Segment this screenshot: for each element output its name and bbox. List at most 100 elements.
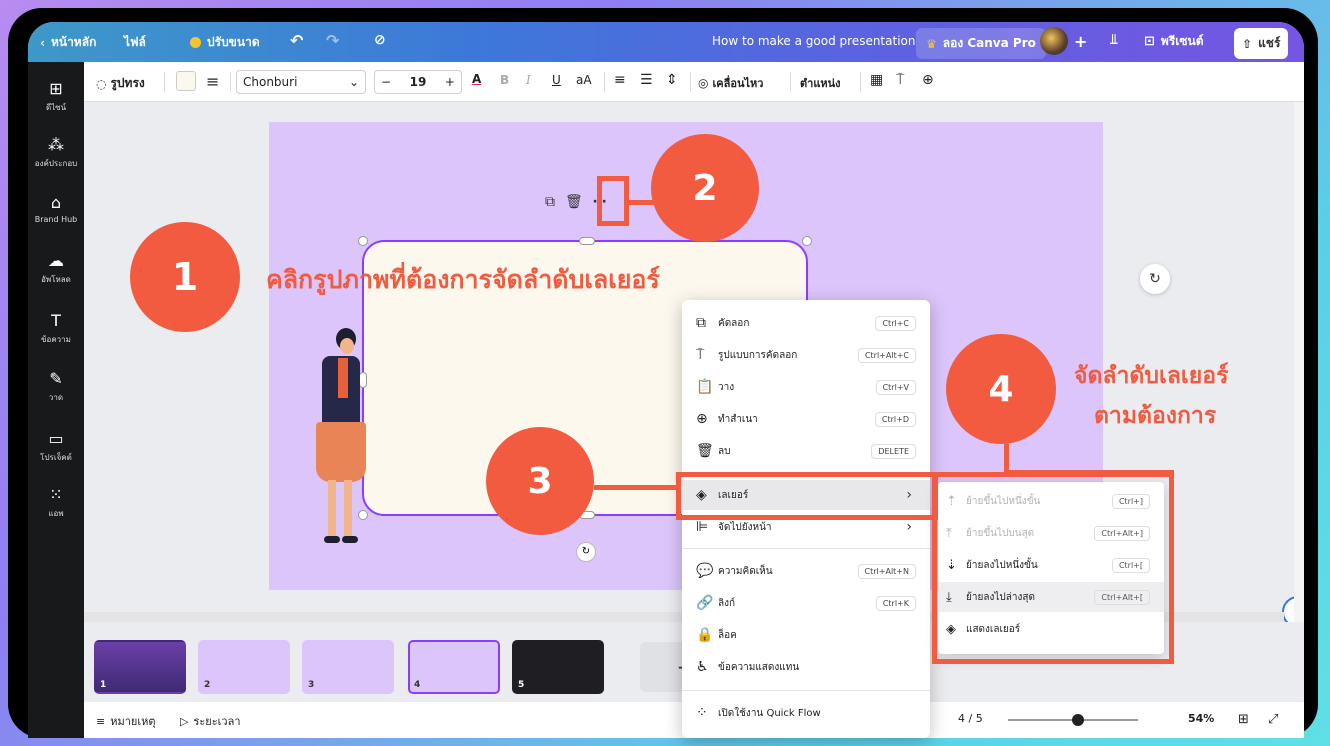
menu-item-link[interactable]: 🔗 ลิงก์ Ctrl+K [682,588,930,618]
share-button[interactable]: ⇧ แชร์ [1234,28,1289,59]
menu-item-label: รูปแบบการคัดลอก [718,349,798,361]
fullscreen-icon[interactable]: ⤢ [1268,712,1278,727]
page-thumbnail-3[interactable]: 3 [302,640,394,694]
file-menu-button[interactable]: ไฟล์ [124,33,146,52]
trash-icon[interactable]: 🗑 [565,194,583,210]
page-indicator-text: 4 / 5 [958,712,983,725]
shape-icon: ◌ [96,76,107,91]
shortcut-badge: Ctrl+V [875,379,916,395]
document-title-text: How to make a good presentation [712,34,916,48]
lock-icon[interactable]: ⊕ [922,72,934,88]
undo-icon[interactable]: ↶ [290,31,303,50]
font-size-stepper[interactable]: − 19 + [374,70,462,94]
menu-item-lock[interactable]: 🔒 ล็อค [682,620,930,650]
present-button[interactable]: ⊡ พรีเซนต์ [1144,32,1204,51]
rotate-handle-icon[interactable]: ↻ [576,542,596,562]
avatar-group[interactable]: + [1040,27,1087,55]
page-indicator[interactable]: 4 / 5 [958,712,983,725]
rail-item-text[interactable]: T ข้อความ [28,312,84,346]
menu-item-copy[interactable]: ⧉ คัดลอก Ctrl+C [682,308,930,338]
menu-item-quick-flow[interactable]: ⁘ เปิดใช้งาน Quick Flow [682,698,930,728]
avatar[interactable] [1040,27,1068,55]
rail-item-draw[interactable]: ✎ วาด [28,370,84,404]
accessibility-icon: ♿ [696,659,709,675]
step-4-highlight-box [932,472,1174,664]
font-family-select[interactable]: Chonburi ⌄ [236,70,366,94]
shortcut-badge: Ctrl+Alt+N [857,563,916,579]
resize-handle[interactable] [358,236,368,246]
menu-item-label: ลิงก์ [718,597,736,609]
rail-item-label: Brand Hub [34,215,78,224]
document-title[interactable]: How to make a good presentation [712,34,915,48]
bold-button[interactable]: B [500,73,509,87]
font-size-value[interactable]: 19 [410,75,427,89]
menu-item-alt-text[interactable]: ♿ ข้อความแสดงแทน [682,652,930,682]
zoom-slider-thumb[interactable] [1072,714,1084,726]
cloud-save-icon[interactable]: ⊘ [374,32,386,48]
page-thumbnail-4[interactable]: 4 [408,640,500,694]
duplicate-icon[interactable]: ⧉ [545,194,555,210]
menu-item-delete[interactable]: 🗑 ลบ DELETE [682,436,930,466]
step-2-number: 2 [692,167,718,209]
resize-handle[interactable] [802,236,812,246]
analytics-icon[interactable]: ⫫ [1110,32,1118,48]
redo-icon[interactable]: ↷ [326,31,339,50]
rail-item-projects[interactable]: ▭ โปรเจ็คต์ [28,430,84,464]
notes-button[interactable]: ≡ หมายเหตุ [96,712,156,730]
zoom-value[interactable]: 54% [1188,712,1214,725]
top-bar: ‹ หน้าหลัก ไฟล์ ปรับขนาด ↶ ↷ ⊘ How to ma… [28,22,1304,62]
page-thumbnail-2[interactable]: 2 [198,640,290,694]
menu-item-duplicate[interactable]: ⊕ ทำสำเนา Ctrl+D [682,404,930,434]
font-size-increase-button[interactable]: + [445,75,455,89]
link-icon: 🔗 [696,595,714,611]
try-pro-button[interactable]: ♛ ลอง Canva Pro [916,28,1046,59]
menu-item-label: วาง [718,381,735,393]
letter-case-button[interactable]: aA [576,73,592,87]
underline-button[interactable]: U [552,73,561,87]
menu-item-paste[interactable]: 📋 วาง Ctrl+V [682,372,930,402]
shape-button[interactable]: ◌ รูปทรง [96,74,145,93]
page-thumbnail-5[interactable]: 5 [512,640,604,694]
resize-handle[interactable] [579,237,595,245]
italic-button[interactable]: I [526,73,531,87]
chevron-left-icon: ‹ [40,35,45,50]
menu-item-comment[interactable]: 💬 ความคิดเห็น Ctrl+Alt+N [682,556,930,586]
step-3-marker: 3 [486,427,594,535]
border-style-icon[interactable]: ≡ [206,72,219,91]
notes-label: หมายเหตุ [110,715,156,728]
rail-item-apps[interactable]: ⁙ แอพ [28,486,84,520]
timer-button[interactable]: ▷ ระยะเวลา [180,712,241,730]
rail-item-label: ข้อความ [41,335,71,344]
refresh-icon[interactable]: ↻ [1140,264,1170,294]
font-size-decrease-button[interactable]: − [381,75,391,89]
rail-item-design[interactable]: ⊞ ดีไซน์ [28,80,84,114]
resize-button[interactable]: ปรับขนาด [190,33,260,52]
apps-icon: ⁙ [49,485,63,504]
shortcut-badge: Ctrl+C [875,315,916,331]
text-color-button[interactable]: A [472,72,481,86]
spacing-icon[interactable]: ⇕ [666,72,678,88]
step-4-instruction-line1: จัดลำดับเลเยอร์ [1074,363,1229,389]
fill-color-swatch[interactable] [176,71,196,91]
vertical-scrollbar[interactable] [1294,102,1304,622]
animate-button[interactable]: ◎ เคลื่อนไหว [698,74,763,92]
position-button[interactable]: ตำแหน่ง [800,74,841,92]
rail-item-brand-hub[interactable]: ⌂ Brand Hub [28,194,84,225]
menu-item-copy-style[interactable]: ⍑ รูปแบบการคัดลอก Ctrl+Alt+C [682,340,930,370]
crown-icon [190,37,201,48]
back-home-button[interactable]: ‹ หน้าหลัก [40,33,96,52]
add-collaborator-icon[interactable]: + [1074,32,1087,51]
rail-item-label: อัพโหลด [41,275,71,284]
rail-item-elements[interactable]: ⁂ องค์ประกอบ [28,136,84,170]
step-1-instruction: คลิกรูปภาพที่ต้องการจัดลำดับเลเยอร์ [266,265,660,294]
paint-roller-icon[interactable]: ⍑ [896,72,904,88]
grid-view-icon[interactable]: ⊞ [1238,712,1249,727]
text-align-icon[interactable]: ≡ [614,72,626,88]
present-label: พรีเซนต์ [1160,34,1204,48]
share-label: แชร์ [1258,36,1281,50]
transparency-icon[interactable]: ▦ [870,72,883,88]
page-thumbnail-1[interactable]: 1 [94,640,186,694]
rail-item-upload[interactable]: ☁ อัพโหลด [28,252,84,286]
zoom-slider[interactable] [1008,714,1138,726]
list-icon[interactable]: ☰ [640,72,653,88]
